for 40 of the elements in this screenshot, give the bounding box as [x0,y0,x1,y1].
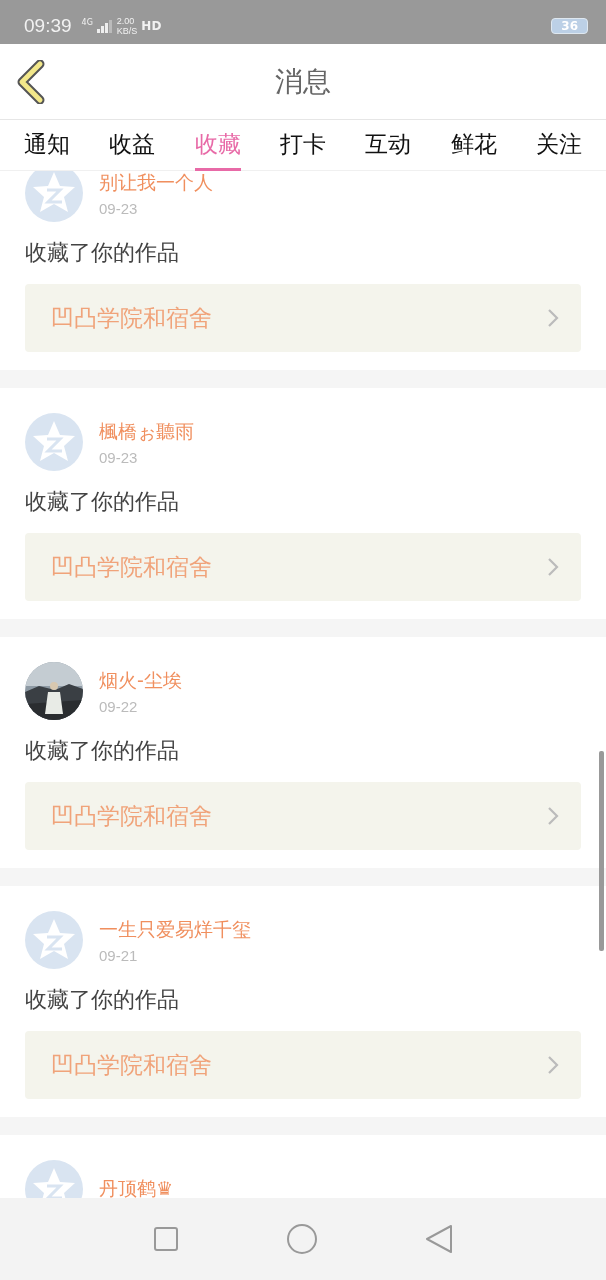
user-name[interactable]: 丹顶鹤♛ [99,1176,174,1198]
message-text: 收藏了你的作品 [25,239,180,267]
work-link[interactable]: 凹凸学院和宿舍 [25,284,581,352]
hd-label: HD [141,19,162,33]
network-label: 4G [81,18,93,27]
signal-icon [96,19,113,33]
network-speed: 2.00 KB/S [116,16,138,36]
avatar-icon [25,413,83,471]
back-nav-icon[interactable] [424,1224,453,1254]
date: 09-23 [99,199,139,217]
tab[interactable]: 打卡 [280,123,326,171]
home-icon[interactable] [286,1223,318,1255]
tab[interactable]: 关注 [535,123,582,171]
message-text: 收藏了你的作品 [25,488,180,516]
work-link[interactable]: 凹凸学院和宿舍 [25,782,581,850]
tab[interactable]: 收益 [109,123,156,171]
chevron-right-icon [547,557,559,577]
work-link[interactable]: 凹凸学院和宿舍 [25,1031,581,1099]
tab[interactable]: 通知 [24,123,70,171]
battery-icon: 36 [551,18,588,34]
user-name[interactable]: 一生只爱易烊千玺 [99,916,251,943]
work-link[interactable]: 凹凸学院和宿舍 [25,533,581,601]
message-text: 收藏了你的作品 [25,986,180,1014]
recents-icon[interactable] [153,1226,180,1252]
back-icon[interactable] [16,60,46,104]
tab[interactable]: 鲜花 [450,123,497,171]
message-text: 收藏了你的作品 [25,737,180,765]
chevron-right-icon [547,308,559,328]
clock: 09:39 [24,15,72,37]
date: 09-22 [99,697,139,715]
date: 09-21 [99,946,139,964]
chevron-right-icon [547,1055,559,1075]
avatar-icon [25,911,83,969]
date: 09-23 [99,448,139,466]
user-name[interactable]: 楓橋ぉ聽雨 [99,418,194,445]
chevron-right-icon [547,806,559,826]
tab[interactable]: 互动 [365,123,412,171]
user-name[interactable]: 别让我一个人 [99,171,213,196]
page-title: 消息 [275,63,331,100]
user-name[interactable]: 烟火-尘埃 [99,667,182,694]
